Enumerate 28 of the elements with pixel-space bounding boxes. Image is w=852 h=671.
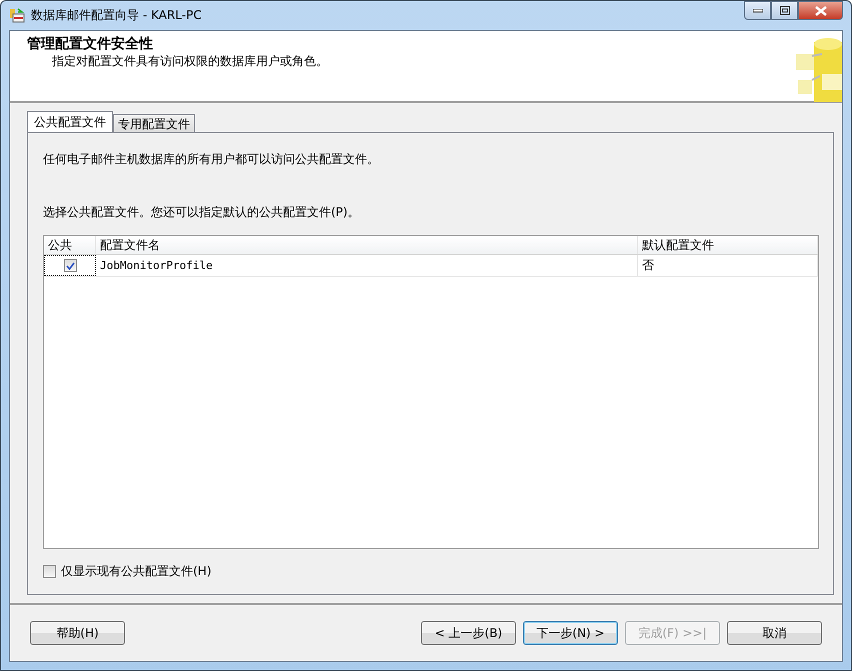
instruction-text: 选择公共配置文件。您还可以指定默认的公共配置文件(P)。 (43, 204, 361, 221)
maximize-button[interactable] (771, 1, 798, 20)
description-text: 任何电子邮件主机数据库的所有用户都可以访问公共配置文件。 (43, 151, 380, 168)
checkbox[interactable] (64, 259, 76, 272)
column-header[interactable]: 配置文件名 (96, 236, 638, 254)
table-cell: JobMonitorProfile (96, 255, 638, 276)
wizard-button[interactable]: 下一步(N) > (523, 621, 618, 645)
minimize-button[interactable] (744, 1, 771, 20)
tab[interactable]: 专用配置文件 (113, 114, 195, 132)
page-subtitle: 指定对配置文件具有访问权限的数据库用户或角色。 (51, 53, 328, 70)
column-header[interactable]: 默认配置文件 (638, 236, 818, 254)
checkbox[interactable] (43, 565, 56, 578)
wizard-button[interactable]: < 上一步(B) (421, 621, 516, 645)
database-wizard-icon (9, 8, 25, 24)
wizard-button[interactable]: 取消 (727, 621, 822, 645)
minimize-icon (752, 8, 762, 12)
table-cell: 否 (638, 255, 818, 276)
column-header[interactable]: 公共 (44, 236, 96, 254)
wizard-button[interactable]: 帮助(H) (30, 621, 125, 645)
tab[interactable]: 公共配置文件 (27, 111, 113, 132)
checkbox-label: 仅显示现有公共配置文件(H) (61, 563, 212, 580)
close-icon (814, 6, 826, 16)
maximize-icon (780, 6, 790, 15)
page-title: 管理配置文件安全性 (27, 35, 154, 53)
check-icon (66, 262, 74, 270)
close-button[interactable] (798, 1, 843, 20)
window-title: 数据库邮件配置向导 - KARL-PC (31, 7, 202, 24)
database-mail-drawing (796, 36, 842, 102)
